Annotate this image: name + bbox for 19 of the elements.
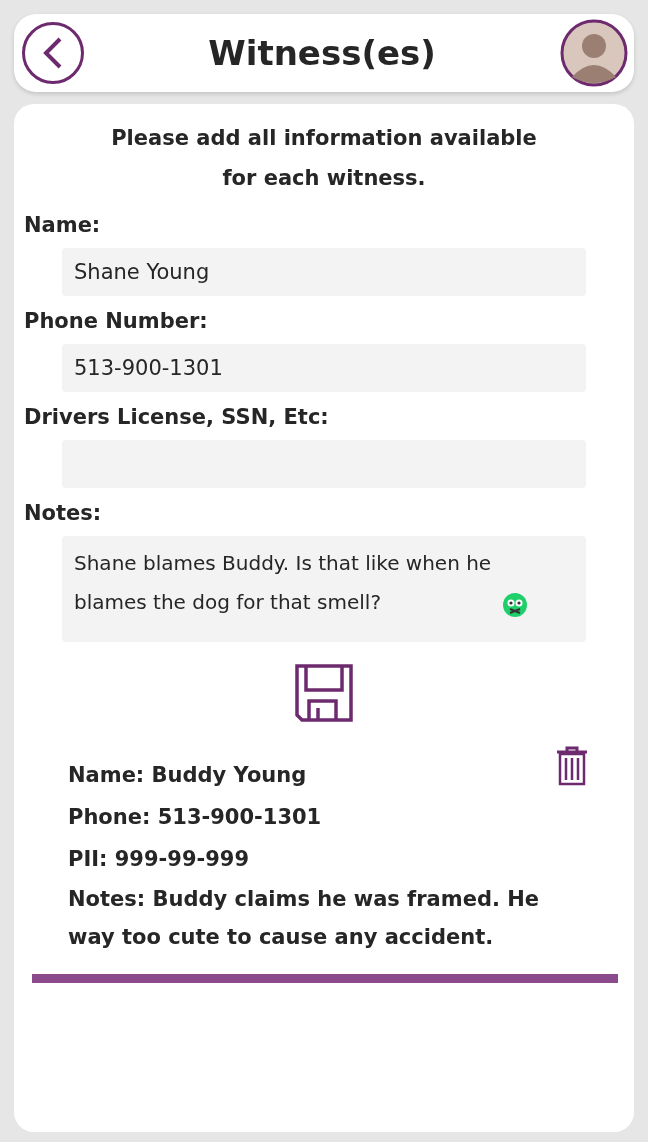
page-title: Witness(es) [208, 33, 436, 73]
sick-face-icon [502, 592, 528, 618]
field-label: Phone Number: [24, 308, 209, 335]
save-icon[interactable] [295, 664, 353, 722]
witness-detail: Phone: 513-900-1301 [68, 804, 323, 831]
back-button[interactable] [22, 22, 84, 84]
notes-text: Shane blames Buddy. Is that like when he blames the dog for that smell? [74, 550, 493, 616]
field-label: Drivers License, SSN, Etc: [24, 404, 330, 431]
notes-field[interactable]: Shane blames Buddy. Is that like when he blames the dog for that smell? [62, 536, 586, 642]
field-label: Name: [24, 212, 102, 239]
trash-icon[interactable] [556, 746, 588, 786]
instructions-text: Please add all information available for each witness. [110, 125, 538, 192]
text-field[interactable]: 513-900-1301 [62, 344, 586, 392]
witness-detail: PII: 999-99-999 [68, 846, 251, 873]
text-field[interactable]: Shane Young [62, 248, 586, 296]
witness-detail: Notes: Buddy claims he was framed. He way too cute to cause any accident. [68, 886, 541, 951]
witness-detail: Name: Buddy Young [68, 762, 308, 789]
avatar[interactable] [560, 19, 628, 87]
field-label: Notes: [24, 500, 103, 527]
